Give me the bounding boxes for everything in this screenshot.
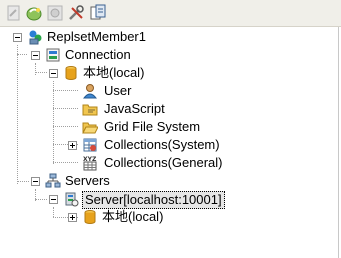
- database-icon: [63, 65, 79, 81]
- collapse-icon[interactable]: [31, 51, 40, 60]
- tree-label-local-db: 本地(local): [83, 65, 145, 80]
- expand-icon[interactable]: [68, 213, 77, 222]
- tree-node-root[interactable]: ReplsetMember1: [0, 28, 330, 46]
- tree-node-connection[interactable]: Connection: [0, 46, 330, 64]
- tree-node-server[interactable]: Server[localhost:10001]: [0, 190, 330, 209]
- tree-node-server-local-db[interactable]: 本地(local): [0, 208, 330, 226]
- tree-label-gridfs: Grid File System: [104, 119, 201, 134]
- tree-node-collections-system[interactable]: Collections(System): [0, 136, 330, 154]
- tree-node-gridfs[interactable]: Grid File System: [0, 118, 330, 136]
- tree-label-collections-general: Collections(General): [104, 155, 223, 170]
- tree-node-user[interactable]: User: [0, 82, 330, 100]
- tools-icon[interactable]: [67, 4, 85, 22]
- network-icon: [45, 173, 61, 189]
- tree-label-root: ReplsetMember1: [47, 29, 146, 44]
- user-icon: [82, 83, 98, 99]
- toolbar: [0, 0, 341, 27]
- tree-label-server-local-db: 本地(local): [102, 209, 164, 224]
- replset-icon: [27, 29, 43, 45]
- collapse-icon[interactable]: [13, 33, 22, 42]
- system-table-icon: [82, 137, 98, 153]
- folder-script-icon: [82, 101, 98, 117]
- tree-node-collections-general[interactable]: XYZ Collections(General): [0, 154, 330, 172]
- new-document-icon[interactable]: [5, 4, 23, 22]
- record-icon[interactable]: [46, 4, 64, 22]
- expand-icon[interactable]: [68, 141, 77, 150]
- tree-label-user: User: [104, 83, 132, 98]
- collapse-icon[interactable]: [31, 177, 40, 186]
- server-icon: [63, 191, 79, 207]
- tree-label-servers: Servers: [65, 173, 110, 188]
- tree-label-server: Server[localhost:10001]: [82, 191, 225, 209]
- copy-icon[interactable]: [89, 4, 107, 22]
- tree-label-collections-system: Collections(System): [104, 137, 220, 152]
- connection-tree: ReplsetMember1 Connection 本地(local) User…: [0, 27, 339, 258]
- connection-icon: [45, 47, 61, 63]
- tree-label-connection: Connection: [65, 47, 131, 62]
- collapse-icon[interactable]: [49, 69, 58, 78]
- tree-node-local-db[interactable]: 本地(local): [0, 64, 330, 82]
- tree-label-javascript: JavaScript: [104, 101, 165, 116]
- collapse-icon[interactable]: [49, 195, 58, 204]
- folder-open-icon: [82, 119, 99, 135]
- tree-node-servers[interactable]: Servers: [0, 172, 330, 190]
- tree-node-javascript[interactable]: JavaScript: [0, 100, 330, 118]
- database-icon: [82, 209, 98, 225]
- refresh-icon[interactable]: [25, 4, 43, 22]
- xyz-table-icon: XYZ: [82, 155, 98, 171]
